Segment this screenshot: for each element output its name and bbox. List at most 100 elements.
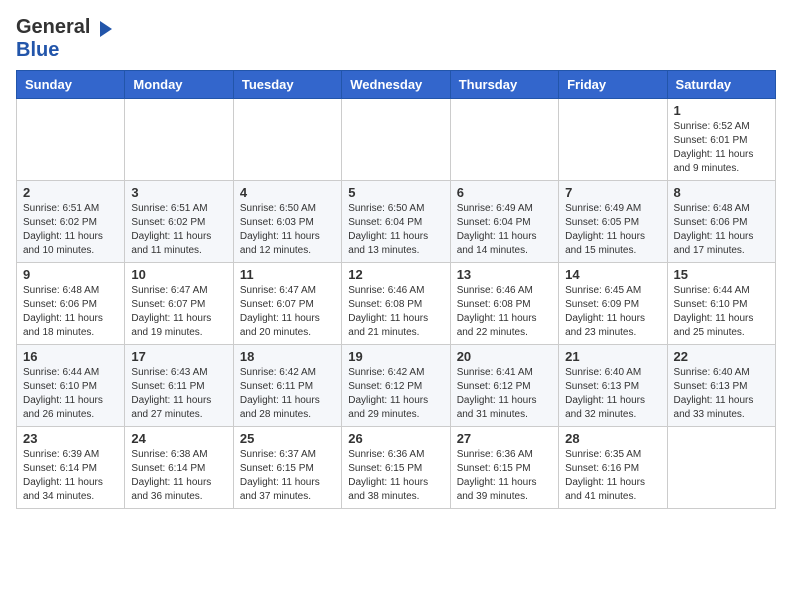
calendar-cell: 11Sunrise: 6:47 AMSunset: 6:07 PMDayligh… [233,263,341,345]
calendar-cell: 2 Sunrise: 6:51 AMSunset: 6:02 PMDaylight… [17,181,125,263]
day-info: Sunrise: 6:43 AMSunset: 6:11 PMDaylight:… [131,366,226,422]
day-number: 10 [131,267,226,282]
day-info: Sunrise: 6:51 AMSunset: 6:02 PMDaylight:… [23,202,118,258]
day-number: 27 [457,431,552,446]
calendar-cell: 28 Sunrise: 6:35 AMSunset: 6:16 PMDayligh… [559,427,667,509]
day-number: 20 [457,349,552,364]
calendar-cell: 7 Sunrise: 6:49 AMSunset: 6:05 PMDaylight… [559,181,667,263]
day-info: Sunrise: 6:42 AMSunset: 6:11 PMDaylight:… [240,366,335,422]
calendar-cell: 23 Sunrise: 6:39 AMSunset: 6:14 PMDayligh… [17,427,125,509]
calendar-cell: 10 Sunrise: 6:47 AMSunset: 6:07 PMDayligh… [125,263,233,345]
day-info: Sunrise: 6:37 AMSunset: 6:15 PMDaylight:… [240,448,335,504]
calendar-cell [125,99,233,181]
day-info: Sunrise: 6:40 AMSunset: 6:13 PMDaylight:… [565,366,660,422]
day-info: Sunrise: 6:44 AMSunset: 6:10 PMDaylight:… [23,366,118,422]
day-info: Sunrise: 6:50 AMSunset: 6:04 PMDaylight:… [348,202,443,258]
day-number: 17 [131,349,226,364]
day-info: Sunrise: 6:48 AMSunset: 6:06 PMDaylight:… [23,284,118,340]
day-number: 5 [348,185,443,200]
weekday-header-saturday: Saturday [667,71,775,99]
day-info: Sunrise: 6:49 AMSunset: 6:05 PMDaylight:… [565,202,660,258]
weekday-header-tuesday: Tuesday [233,71,341,99]
calendar-cell: 4 Sunrise: 6:50 AMSunset: 6:03 PMDaylight… [233,181,341,263]
day-info: Sunrise: 6:44 AMSunset: 6:10 PMDaylight:… [674,284,769,340]
day-number: 11 [240,267,335,282]
calendar-cell: 26 Sunrise: 6:36 AMSunset: 6:15 PMDayligh… [342,427,450,509]
day-number: 25 [240,431,335,446]
calendar-cell [342,99,450,181]
weekday-header-friday: Friday [559,71,667,99]
day-info: Sunrise: 6:39 AMSunset: 6:14 PMDaylight:… [23,448,118,504]
day-number: 26 [348,431,443,446]
day-number: 15 [674,267,769,282]
day-number: 2 [23,185,118,200]
logo-general-text: General [16,16,90,39]
calendar-cell: 13 Sunrise: 6:46 AMSunset: 6:08 PMDayligh… [450,263,558,345]
day-info: Sunrise: 6:42 AMSunset: 6:12 PMDaylight:… [348,366,443,422]
day-number: 14 [565,267,660,282]
day-number: 7 [565,185,660,200]
calendar-cell: 19 Sunrise: 6:42 AMSunset: 6:12 PMDayligh… [342,345,450,427]
day-info: Sunrise: 6:36 AMSunset: 6:15 PMDaylight:… [457,448,552,504]
calendar-cell: 22 Sunrise: 6:40 AMSunset: 6:13 PMDayligh… [667,345,775,427]
calendar-cell: 27 Sunrise: 6:36 AMSunset: 6:15 PMDayligh… [450,427,558,509]
day-info: Sunrise: 6:52 AMSunset: 6:01 PMDaylight:… [674,120,769,176]
day-info: Sunrise: 6:46 AMSunset: 6:08 PMDaylight:… [457,284,552,340]
day-number: 13 [457,267,552,282]
day-info: Sunrise: 6:46 AMSunset: 6:08 PMDaylight:… [348,284,443,340]
weekday-header-sunday: Sunday [17,71,125,99]
logo-triangle-icon [92,19,112,39]
calendar-cell [559,99,667,181]
day-number: 4 [240,185,335,200]
day-info: Sunrise: 6:48 AMSunset: 6:06 PMDaylight:… [674,202,769,258]
weekday-header-monday: Monday [125,71,233,99]
calendar-cell: 8Sunrise: 6:48 AMSunset: 6:06 PMDaylight… [667,181,775,263]
day-number: 18 [240,349,335,364]
day-number: 9 [23,267,118,282]
day-number: 6 [457,185,552,200]
calendar-cell: 17 Sunrise: 6:43 AMSunset: 6:11 PMDayligh… [125,345,233,427]
calendar-cell [667,427,775,509]
day-number: 3 [131,185,226,200]
calendar-cell: 12 Sunrise: 6:46 AMSunset: 6:08 PMDayligh… [342,263,450,345]
day-number: 1 [674,103,769,118]
day-number: 21 [565,349,660,364]
calendar-cell: 15 Sunrise: 6:44 AMSunset: 6:10 PMDayligh… [667,263,775,345]
logo-blue-text: Blue [16,39,59,61]
day-info: Sunrise: 6:38 AMSunset: 6:14 PMDaylight:… [131,448,226,504]
calendar-cell: 25 Sunrise: 6:37 AMSunset: 6:15 PMDayligh… [233,427,341,509]
calendar-week-row: 2 Sunrise: 6:51 AMSunset: 6:02 PMDaylight… [17,181,776,263]
logo: General Blue [16,16,112,62]
weekday-header-thursday: Thursday [450,71,558,99]
day-info: Sunrise: 6:49 AMSunset: 6:04 PMDaylight:… [457,202,552,258]
day-number: 16 [23,349,118,364]
day-number: 24 [131,431,226,446]
calendar-week-row: 1 Sunrise: 6:52 AMSunset: 6:01 PMDaylight… [17,99,776,181]
day-number: 28 [565,431,660,446]
day-info: Sunrise: 6:47 AMSunset: 6:07 PMDaylight:… [131,284,226,340]
calendar-cell: 14 Sunrise: 6:45 AMSunset: 6:09 PMDayligh… [559,263,667,345]
day-info: Sunrise: 6:40 AMSunset: 6:13 PMDaylight:… [674,366,769,422]
day-info: Sunrise: 6:36 AMSunset: 6:15 PMDaylight:… [348,448,443,504]
day-number: 23 [23,431,118,446]
calendar-cell [17,99,125,181]
calendar-week-row: 16 Sunrise: 6:44 AMSunset: 6:10 PMDayligh… [17,345,776,427]
day-info: Sunrise: 6:45 AMSunset: 6:09 PMDaylight:… [565,284,660,340]
day-info: Sunrise: 6:41 AMSunset: 6:12 PMDaylight:… [457,366,552,422]
calendar-cell: 9 Sunrise: 6:48 AMSunset: 6:06 PMDaylight… [17,263,125,345]
calendar-cell: 1 Sunrise: 6:52 AMSunset: 6:01 PMDaylight… [667,99,775,181]
weekday-header-row: SundayMondayTuesdayWednesdayThursdayFrid… [17,71,776,99]
calendar-cell: 24 Sunrise: 6:38 AMSunset: 6:14 PMDayligh… [125,427,233,509]
day-info: Sunrise: 6:50 AMSunset: 6:03 PMDaylight:… [240,202,335,258]
calendar-cell: 20 Sunrise: 6:41 AMSunset: 6:12 PMDayligh… [450,345,558,427]
calendar-cell: 21 Sunrise: 6:40 AMSunset: 6:13 PMDayligh… [559,345,667,427]
calendar-cell [450,99,558,181]
day-number: 22 [674,349,769,364]
calendar-table: SundayMondayTuesdayWednesdayThursdayFrid… [16,70,776,509]
day-number: 12 [348,267,443,282]
day-info: Sunrise: 6:35 AMSunset: 6:16 PMDaylight:… [565,448,660,504]
day-info: Sunrise: 6:51 AMSunset: 6:02 PMDaylight:… [131,202,226,258]
calendar-cell [233,99,341,181]
calendar-cell: 6 Sunrise: 6:49 AMSunset: 6:04 PMDaylight… [450,181,558,263]
day-number: 19 [348,349,443,364]
